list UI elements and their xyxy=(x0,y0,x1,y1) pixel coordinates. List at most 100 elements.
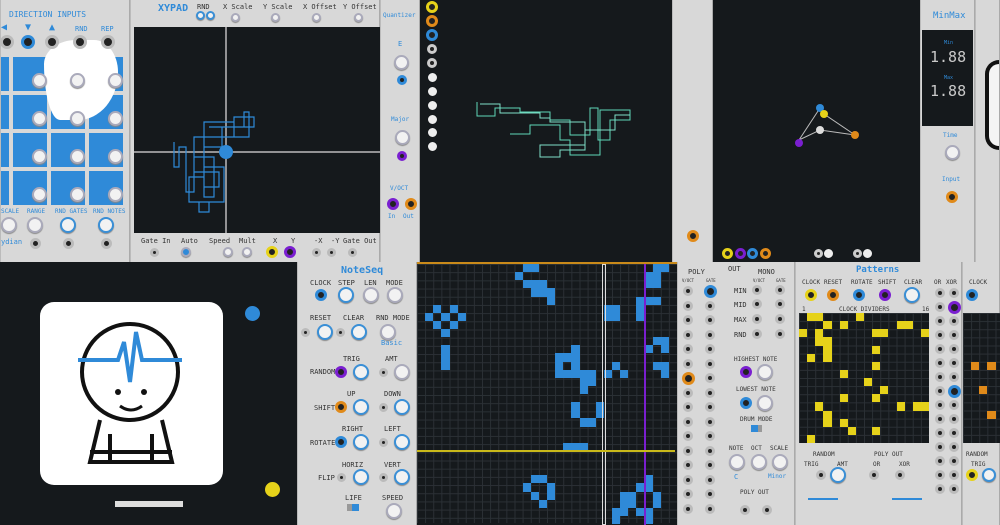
knob[interactable] xyxy=(1,217,17,233)
knob[interactable] xyxy=(230,12,240,22)
jack[interactable] xyxy=(966,289,978,301)
jack[interactable] xyxy=(775,329,785,339)
divider-cell[interactable] xyxy=(823,418,832,427)
jack[interactable] xyxy=(852,248,862,258)
noteseq-cell[interactable] xyxy=(441,329,450,338)
noteseq-cell[interactable] xyxy=(571,369,580,378)
knob[interactable] xyxy=(394,469,410,485)
jack[interactable] xyxy=(687,230,699,242)
white-dot[interactable] xyxy=(862,248,872,258)
noteseq-cell[interactable] xyxy=(612,312,621,321)
jack[interactable] xyxy=(29,237,41,249)
divider-cell[interactable] xyxy=(864,378,873,387)
noteseq-cell[interactable] xyxy=(652,296,661,305)
noteseq-cell[interactable] xyxy=(555,361,564,370)
jack[interactable] xyxy=(879,289,891,301)
noteseq-cell[interactable] xyxy=(652,337,661,346)
jack[interactable] xyxy=(683,315,693,325)
knob[interactable] xyxy=(353,469,369,485)
jack[interactable] xyxy=(683,402,693,412)
noteseq-cell[interactable] xyxy=(628,491,637,500)
noteseq-cell[interactable] xyxy=(587,418,596,427)
noteseq-cell[interactable] xyxy=(660,337,669,346)
knob[interactable] xyxy=(394,364,410,380)
knob[interactable] xyxy=(107,110,123,126)
noteseq-cell[interactable] xyxy=(571,402,580,411)
direction-cell[interactable] xyxy=(1,133,9,167)
jack[interactable] xyxy=(405,198,417,210)
divider-cell[interactable] xyxy=(815,337,824,346)
jack[interactable] xyxy=(946,191,958,203)
noteseq-cell[interactable] xyxy=(571,410,580,419)
jack[interactable] xyxy=(947,384,961,398)
knob[interactable] xyxy=(27,217,43,233)
xy-pad[interactable] xyxy=(134,27,380,233)
knob[interactable] xyxy=(353,399,369,415)
jack[interactable] xyxy=(949,400,959,410)
noteseq-cell[interactable] xyxy=(587,369,596,378)
jack[interactable] xyxy=(705,416,715,427)
jack[interactable] xyxy=(935,316,945,326)
jack[interactable] xyxy=(705,300,715,311)
noteseq-cell[interactable] xyxy=(457,312,466,321)
divider-cell[interactable] xyxy=(872,361,881,370)
jack[interactable] xyxy=(935,470,945,480)
white-dot[interactable] xyxy=(427,86,437,96)
divider-cell[interactable] xyxy=(847,426,856,435)
jack[interactable] xyxy=(752,299,762,309)
knob[interactable] xyxy=(69,72,85,88)
jack[interactable] xyxy=(949,456,959,466)
direction-cell[interactable] xyxy=(1,95,9,129)
clock-dividers-grid[interactable] xyxy=(799,313,929,443)
jack[interactable] xyxy=(949,484,959,494)
drum-mode-toggle[interactable] xyxy=(751,425,762,432)
knob[interactable] xyxy=(195,10,205,20)
jack[interactable] xyxy=(335,327,345,337)
noteseq-cell[interactable] xyxy=(652,272,661,281)
knob[interactable] xyxy=(394,434,410,450)
divider-cell[interactable] xyxy=(815,313,824,322)
divider-cell[interactable] xyxy=(823,337,832,346)
knob[interactable] xyxy=(242,247,252,257)
jack[interactable] xyxy=(681,371,695,385)
knob[interactable] xyxy=(751,454,767,470)
jack[interactable] xyxy=(740,366,752,378)
divider-cell[interactable] xyxy=(920,402,929,411)
jack[interactable] xyxy=(705,460,715,470)
jack[interactable] xyxy=(734,247,746,259)
noteseq-cell[interactable] xyxy=(571,345,580,354)
jack[interactable] xyxy=(705,329,715,340)
divider-cell[interactable] xyxy=(807,434,816,443)
knob[interactable] xyxy=(69,110,85,126)
jack[interactable] xyxy=(284,246,296,258)
knob[interactable] xyxy=(351,324,367,340)
knob[interactable] xyxy=(380,324,396,340)
noteseq-cell[interactable] xyxy=(433,304,442,313)
noteseq-cell[interactable] xyxy=(571,353,580,362)
jack[interactable] xyxy=(775,314,785,324)
jack[interactable] xyxy=(721,247,733,259)
jack[interactable] xyxy=(378,402,388,412)
jack[interactable] xyxy=(740,397,752,409)
white-dot[interactable] xyxy=(427,141,437,151)
right-grid-cell[interactable] xyxy=(979,386,988,395)
noteseq-cell[interactable] xyxy=(555,353,564,362)
jack[interactable] xyxy=(705,315,715,325)
noteseq-cell[interactable] xyxy=(538,475,547,484)
noteseq-cell[interactable] xyxy=(628,499,637,508)
noteseq-cell[interactable] xyxy=(425,312,434,321)
jack[interactable] xyxy=(311,247,321,257)
noteseq-cell[interactable] xyxy=(522,280,531,289)
divider-cell[interactable] xyxy=(920,329,929,338)
jack[interactable] xyxy=(683,445,693,456)
jack[interactable] xyxy=(949,288,959,298)
jack[interactable] xyxy=(752,285,762,295)
jack[interactable] xyxy=(949,428,959,438)
noteseq-cell[interactable] xyxy=(652,280,661,289)
noteseq-cell[interactable] xyxy=(555,369,564,378)
white-dot[interactable] xyxy=(823,248,833,258)
jack[interactable] xyxy=(21,35,35,49)
knob[interactable] xyxy=(944,144,960,160)
jack[interactable] xyxy=(62,237,74,249)
knob[interactable] xyxy=(982,468,996,482)
